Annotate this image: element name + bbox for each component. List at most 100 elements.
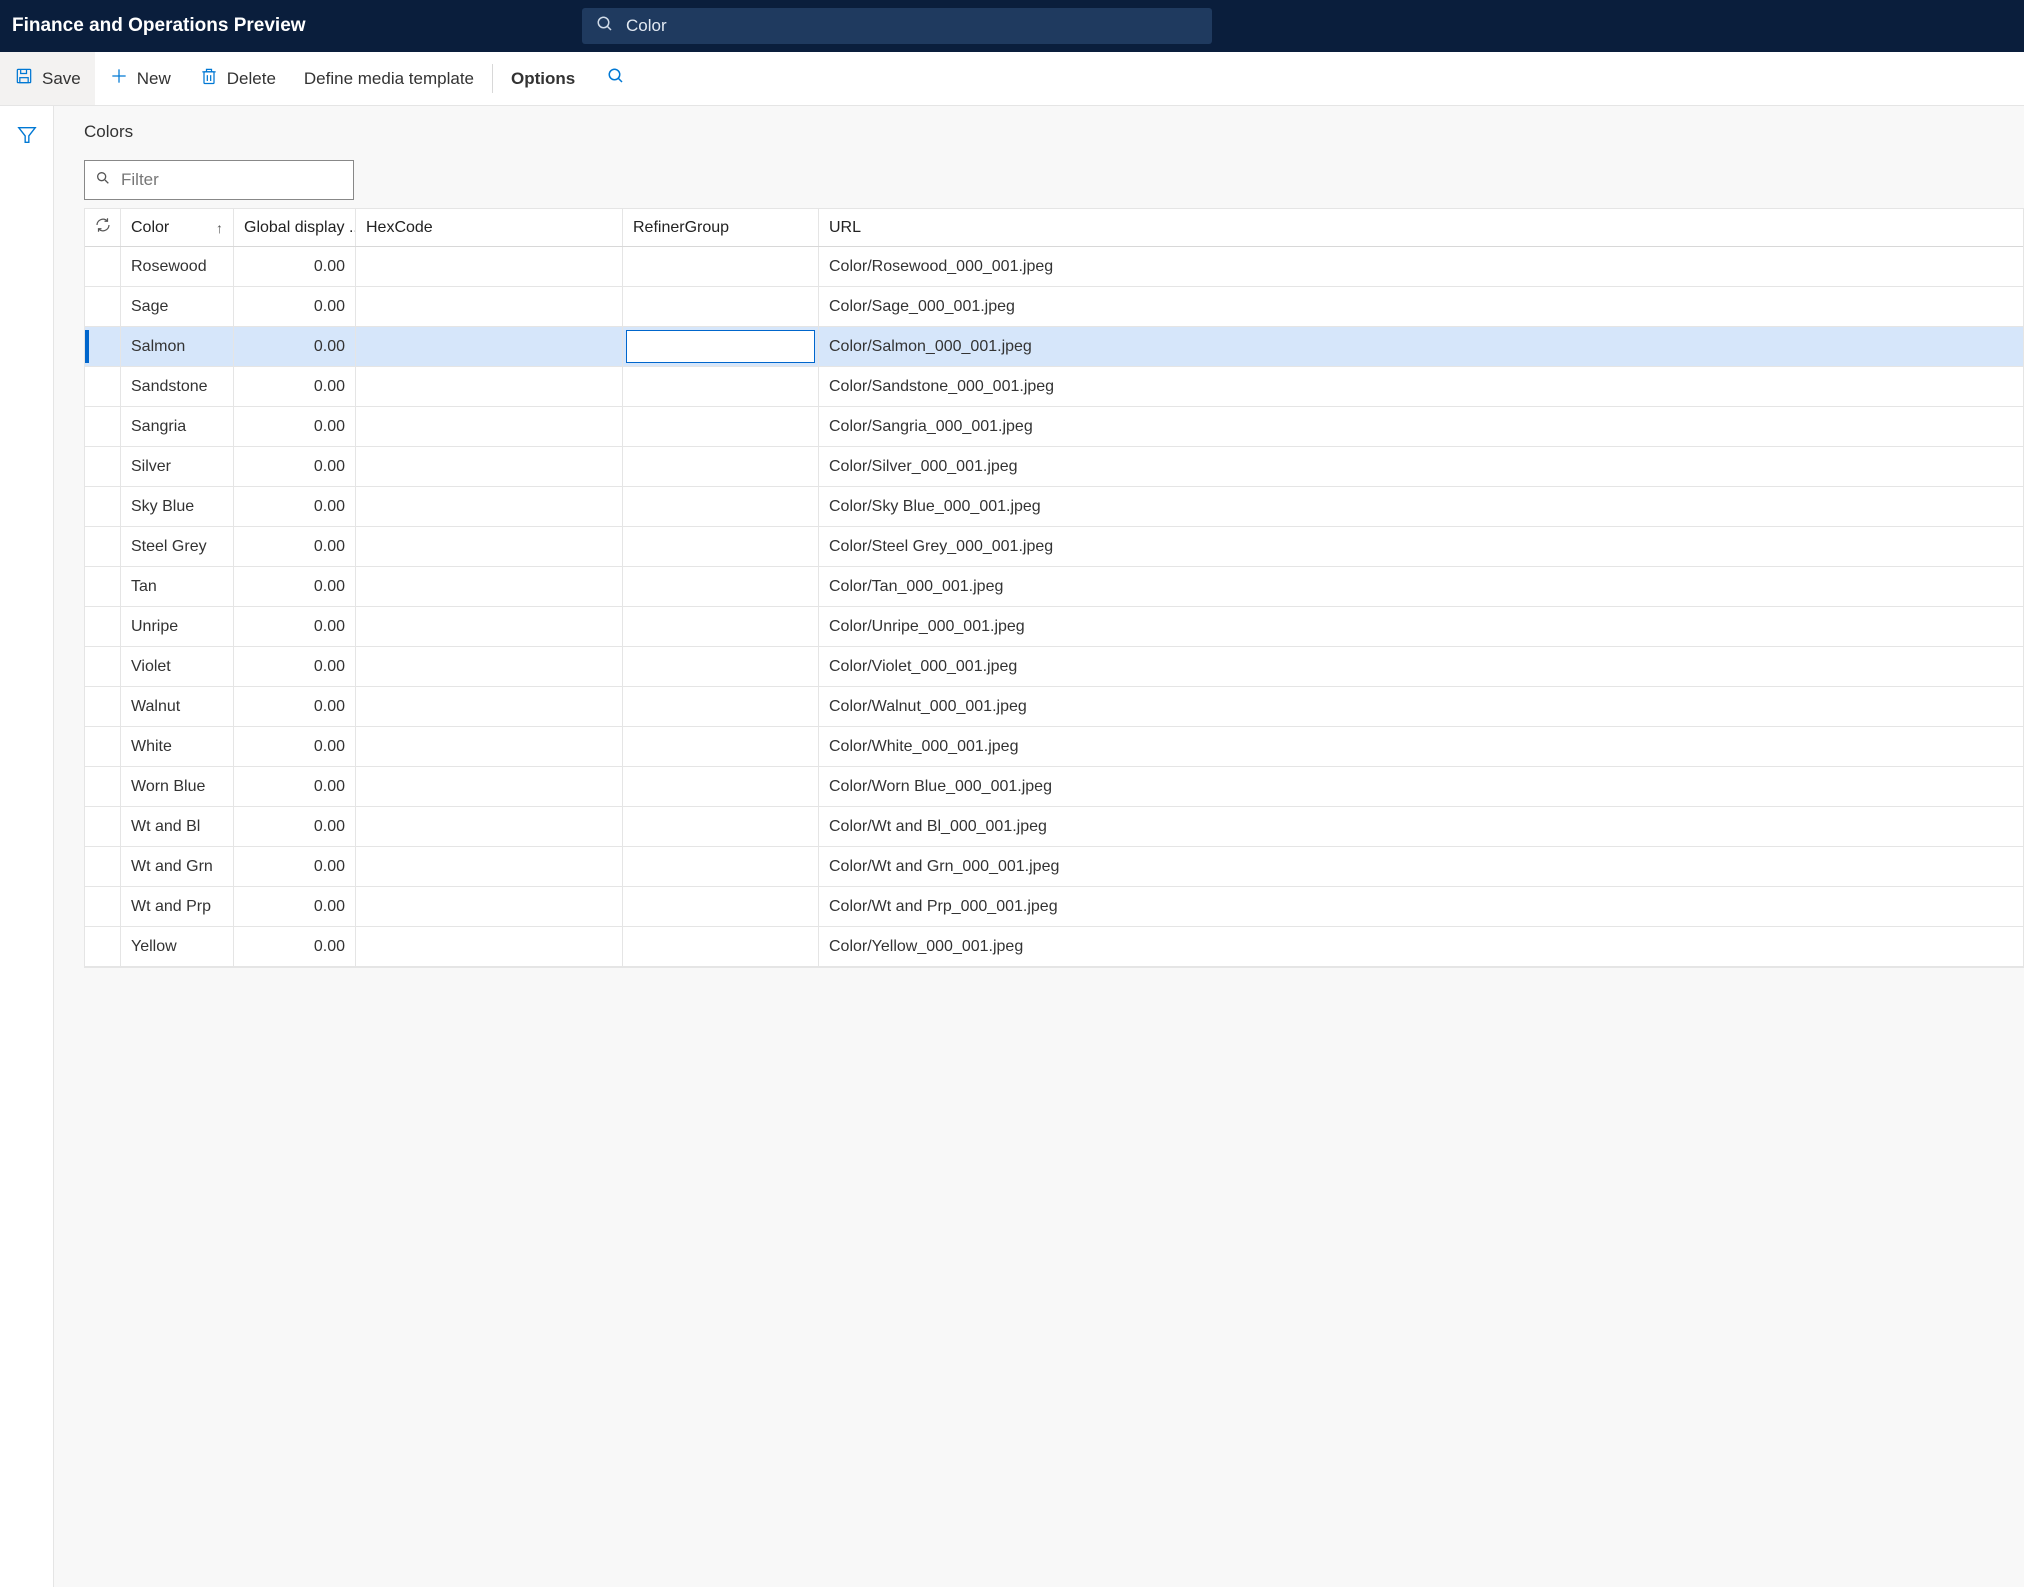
cell-url[interactable]: Color/Violet_000_001.jpeg (819, 647, 2023, 686)
save-button[interactable]: Save (0, 52, 95, 105)
row-selector-cell[interactable] (85, 447, 121, 486)
cell-url[interactable]: Color/Salmon_000_001.jpeg (819, 327, 2023, 366)
row-selector-cell[interactable] (85, 807, 121, 846)
cell-hexcode[interactable] (356, 687, 623, 726)
row-selector-cell[interactable] (85, 527, 121, 566)
cell-refiner-group[interactable] (623, 447, 819, 486)
global-search[interactable]: Color (582, 8, 1212, 44)
cell-url[interactable]: Color/Wt and Grn_000_001.jpeg (819, 847, 2023, 886)
filter-input[interactable] (121, 170, 343, 190)
cell-hexcode[interactable] (356, 887, 623, 926)
row-selector-cell[interactable] (85, 767, 121, 806)
cell-refiner-group[interactable] (623, 927, 819, 966)
cell-color[interactable]: Steel Grey (121, 527, 234, 566)
table-row[interactable]: Worn Blue0.00Color/Worn Blue_000_001.jpe… (85, 767, 2023, 807)
cell-hexcode[interactable] (356, 607, 623, 646)
table-row[interactable]: Yellow0.00 Color/Yellow_000_001.jpeg (85, 927, 2023, 967)
cell-hexcode[interactable] (356, 647, 623, 686)
column-header-refiner-group[interactable]: RefinerGroup (623, 209, 819, 246)
cell-hexcode[interactable] (356, 327, 623, 366)
cell-color[interactable]: Wt and Grn (121, 847, 234, 886)
cell-url[interactable]: Color/Silver_000_001.jpeg (819, 447, 2023, 486)
row-selector-cell[interactable] (85, 247, 121, 286)
cell-color[interactable]: White (121, 727, 234, 766)
cell-global-display[interactable]: 0.00 (234, 727, 356, 766)
delete-button[interactable]: Delete (185, 52, 290, 105)
cell-url[interactable]: Color/Yellow_000_001.jpeg (819, 927, 2023, 966)
define-media-template-button[interactable]: Define media template (290, 52, 488, 105)
cell-url[interactable]: Color/Sandstone_000_001.jpeg (819, 367, 2023, 406)
cell-global-display[interactable]: 0.00 (234, 647, 356, 686)
cell-hexcode[interactable] (356, 287, 623, 326)
cell-refiner-group[interactable] (623, 767, 819, 806)
cell-refiner-group[interactable] (623, 847, 819, 886)
cell-hexcode[interactable] (356, 527, 623, 566)
cell-color[interactable]: Sangria (121, 407, 234, 446)
cell-color[interactable]: Walnut (121, 687, 234, 726)
cell-color[interactable]: Sandstone (121, 367, 234, 406)
refresh-column-header[interactable] (85, 209, 121, 246)
column-header-hexcode[interactable]: HexCode (356, 209, 623, 246)
new-button[interactable]: New (95, 52, 185, 105)
cell-color[interactable]: Tan (121, 567, 234, 606)
table-row[interactable]: Violet0.00Color/Violet_000_001.jpeg (85, 647, 2023, 687)
table-row[interactable]: Silver0.00 Color/Silver_000_001.jpeg (85, 447, 2023, 487)
cell-global-display[interactable]: 0.00 (234, 807, 356, 846)
cell-hexcode[interactable] (356, 727, 623, 766)
cell-global-display[interactable]: 0.00 (234, 367, 356, 406)
cell-refiner-group[interactable] (623, 607, 819, 646)
cell-color[interactable]: Sage (121, 287, 234, 326)
cell-url[interactable]: Color/Rosewood_000_001.jpeg (819, 247, 2023, 286)
column-header-color[interactable]: Color ↑ (121, 209, 234, 246)
cell-url[interactable]: Color/Walnut_000_001.jpeg (819, 687, 2023, 726)
cell-refiner-group[interactable] (623, 327, 819, 366)
cell-url[interactable]: Color/Worn Blue_000_001.jpeg (819, 767, 2023, 806)
table-row[interactable]: Rosewood0.00Color/Rosewood_000_001.jpeg (85, 247, 2023, 287)
cell-hexcode[interactable] (356, 367, 623, 406)
cell-global-display[interactable]: 0.00 (234, 927, 356, 966)
cell-refiner-group[interactable] (623, 287, 819, 326)
cell-global-display[interactable]: 0.00 (234, 287, 356, 326)
table-row[interactable]: Wt and Grn0.00 Color/Wt and Grn_000_001.j… (85, 847, 2023, 887)
cell-refiner-group[interactable] (623, 887, 819, 926)
cell-global-display[interactable]: 0.00 (234, 767, 356, 806)
cell-hexcode[interactable] (356, 487, 623, 526)
row-selector-cell[interactable] (85, 487, 121, 526)
filter-icon[interactable] (16, 124, 38, 151)
row-selector-cell[interactable] (85, 927, 121, 966)
cell-url[interactable]: Color/Sky Blue_000_001.jpeg (819, 487, 2023, 526)
cell-refiner-group[interactable] (623, 727, 819, 766)
cell-color[interactable]: Silver (121, 447, 234, 486)
cell-color[interactable]: Sky Blue (121, 487, 234, 526)
cell-global-display[interactable]: 0.00 (234, 447, 356, 486)
cell-hexcode[interactable] (356, 767, 623, 806)
row-selector-cell[interactable] (85, 847, 121, 886)
row-selector-cell[interactable] (85, 287, 121, 326)
cell-refiner-group[interactable] (623, 487, 819, 526)
cell-global-display[interactable]: 0.00 (234, 847, 356, 886)
cell-hexcode[interactable] (356, 247, 623, 286)
cell-global-display[interactable]: 0.00 (234, 687, 356, 726)
cell-refiner-group[interactable] (623, 407, 819, 446)
column-header-url[interactable]: URL (819, 209, 2023, 246)
table-row[interactable]: Sky Blue0.00Color/Sky Blue_000_001.jpeg (85, 487, 2023, 527)
cell-url[interactable]: Color/Sage_000_001.jpeg (819, 287, 2023, 326)
table-row[interactable]: Wt and Bl0.00Color/Wt and Bl_000_001.jpe… (85, 807, 2023, 847)
cell-refiner-group[interactable] (623, 567, 819, 606)
cell-color[interactable]: Wt and Bl (121, 807, 234, 846)
cell-refiner-group[interactable] (623, 527, 819, 566)
row-selector-cell[interactable] (85, 367, 121, 406)
cell-global-display[interactable]: 0.00 (234, 407, 356, 446)
filter-box[interactable] (84, 160, 354, 200)
table-row[interactable]: Walnut0.00 Color/Walnut_000_001.jpeg (85, 687, 2023, 727)
cell-hexcode[interactable] (356, 567, 623, 606)
cell-url[interactable]: Color/Sangria_000_001.jpeg (819, 407, 2023, 446)
row-selector-cell[interactable] (85, 327, 121, 366)
column-header-global-display[interactable]: Global display ... (234, 209, 356, 246)
cell-color[interactable]: Salmon (121, 327, 234, 366)
cell-url[interactable]: Color/Tan_000_001.jpeg (819, 567, 2023, 606)
table-row[interactable]: Salmon0.00 Color/Salmon_000_001.jpeg (85, 327, 2023, 367)
cell-global-display[interactable]: 0.00 (234, 327, 356, 366)
cell-color[interactable]: Yellow (121, 927, 234, 966)
cell-color[interactable]: Unripe (121, 607, 234, 646)
